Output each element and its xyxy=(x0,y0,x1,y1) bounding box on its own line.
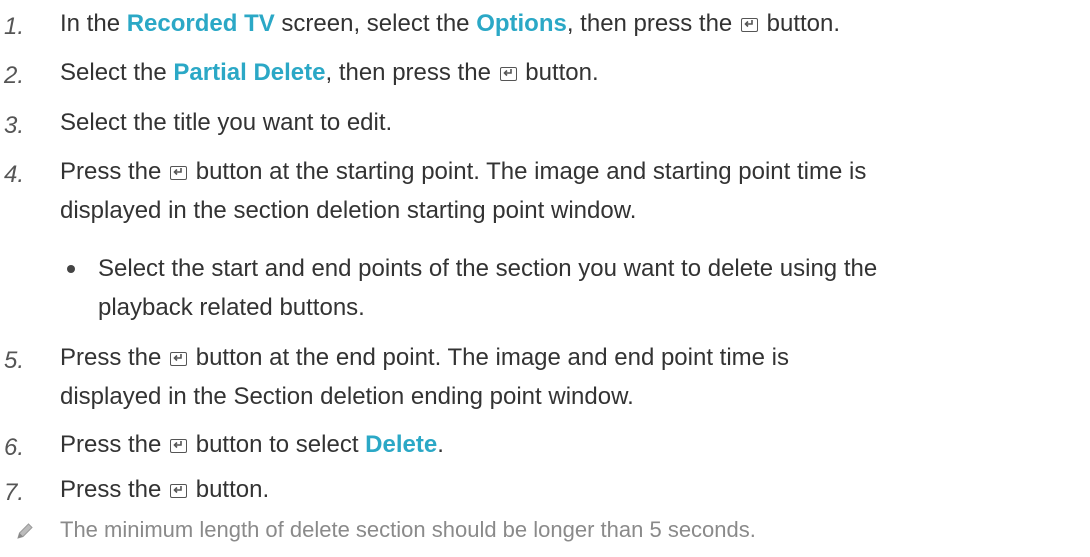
bullet-line: playback related buttons. xyxy=(98,294,365,321)
step-text: Select the Partial Delete, then press th… xyxy=(60,53,1078,92)
step-number: 4. xyxy=(4,161,25,188)
enter-button-icon xyxy=(170,352,188,366)
enter-button-icon xyxy=(170,439,188,453)
step-text: Press the button to select Delete. xyxy=(60,425,1078,464)
step-text-part: , then press the xyxy=(325,59,498,86)
step-text-part: button at the starting point. The image … xyxy=(189,158,867,185)
step-text-part: button. xyxy=(759,10,841,37)
step-text-part: Press the xyxy=(60,476,169,503)
bullet-line: Select the start and end points of the s… xyxy=(98,255,878,282)
step-text-part: screen, select the xyxy=(274,10,477,37)
step-number: 3. xyxy=(4,112,25,139)
step-number: 1. xyxy=(4,13,25,40)
note-text: The minimum length of delete section sho… xyxy=(60,517,756,542)
step-text-part: button at the end point. The image and e… xyxy=(189,344,790,371)
step-text: Select the title you want to edit. xyxy=(60,109,393,136)
step-number: 7. xyxy=(4,479,25,506)
step-text: Press the button at the end point. The i… xyxy=(60,338,1078,377)
step-text-part: Press the xyxy=(60,158,169,185)
step-text-part: Select the xyxy=(60,59,174,86)
enter-button-icon xyxy=(740,18,758,32)
delete-label: Delete xyxy=(365,431,438,458)
step-text: displayed in the Section deletion ending… xyxy=(60,383,634,410)
step-text-part: In the xyxy=(60,10,127,37)
step-text: displayed in the section deletion starti… xyxy=(60,197,637,224)
partial-delete-label: Partial Delete xyxy=(173,59,326,86)
step-text: In the Recorded TV screen, select the Op… xyxy=(60,4,1078,43)
step-text-part: button to select xyxy=(189,431,366,458)
step-text: Press the button at the starting point. … xyxy=(60,152,1078,191)
step-number: 6. xyxy=(4,434,25,461)
step-text-part: button. xyxy=(518,59,599,86)
step-text-part: Press the xyxy=(60,344,169,371)
instruction-page: 1. In the Recorded TV screen, select the… xyxy=(0,0,1090,557)
recorded-tv-label: Recorded TV xyxy=(126,10,275,37)
step-text: Press the button. xyxy=(60,470,1078,509)
options-label: Options xyxy=(476,10,567,37)
bullet-dot xyxy=(67,265,75,273)
bullet-text: Select the start and end points of the s… xyxy=(98,249,1074,327)
step-text-part: Press the xyxy=(60,431,169,458)
step-number: 2. xyxy=(4,62,25,89)
pencil-icon xyxy=(15,519,35,549)
enter-button-icon xyxy=(170,484,188,498)
step-text-part: button. xyxy=(189,476,270,503)
step-number: 5. xyxy=(4,347,25,374)
enter-button-icon xyxy=(499,67,517,81)
step-text-part: . xyxy=(437,431,444,458)
step-text-part: , then press the xyxy=(566,10,739,37)
enter-button-icon xyxy=(170,166,188,180)
